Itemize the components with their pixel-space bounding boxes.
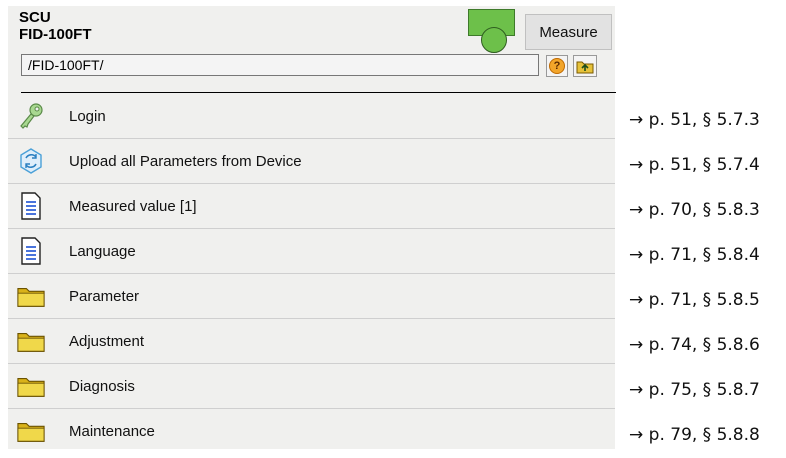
key-icon [17, 102, 45, 130]
menu-item-login[interactable]: Login [8, 94, 615, 139]
page-reference: → p. 70, § 5.8.3 [629, 200, 760, 220]
path-field: /FID-100FT/ [21, 54, 539, 76]
header-separator [21, 92, 616, 93]
folder-icon [17, 282, 45, 310]
menu-item-label: Adjustment [69, 332, 145, 350]
folder-icon [17, 327, 45, 355]
menu-item-label: Maintenance [69, 422, 155, 440]
device-title: SCU FID-100FT [19, 9, 92, 43]
menu-item-label: Login [69, 107, 106, 125]
folder-icon [17, 372, 45, 400]
menu-item-label: Upload all Parameters from Device [69, 152, 302, 170]
device-system-label: SCU [19, 9, 51, 26]
menu-item-label: Language [69, 242, 136, 260]
device-name-label: FID-100FT [19, 26, 92, 43]
measure-button[interactable]: Measure [525, 14, 612, 50]
menu-item-maintenance[interactable]: Maintenance [8, 409, 615, 453]
status-indicator-icon [468, 9, 516, 53]
menu-item-label: Parameter [69, 287, 140, 305]
page-reference: → p. 79, § 5.8.8 [629, 425, 760, 445]
page-references: → p. 51, § 5.7.3 → p. 51, § 5.7.4 → p. 7… [629, 98, 786, 458]
device-panel: SCU FID-100FT Measure /FID-100FT/ ? Logi… [8, 6, 616, 449]
menu-item-diagnosis[interactable]: Diagnosis [8, 364, 615, 409]
page-reference: → p. 75, § 5.8.7 [629, 380, 760, 400]
page-reference: → p. 51, § 5.7.4 [629, 155, 760, 175]
help-icon[interactable]: ? [546, 55, 568, 77]
menu-item-language[interactable]: Language [8, 229, 615, 274]
document-icon [17, 192, 45, 220]
page-reference: → p. 71, § 5.8.5 [629, 290, 760, 310]
menu-item-upload-parameters[interactable]: Upload all Parameters from Device [8, 139, 615, 184]
menu-item-label: Measured value [1] [69, 197, 197, 215]
menu-item-measured-value[interactable]: Measured value [1] [8, 184, 615, 229]
page-reference: → p. 51, § 5.7.3 [629, 110, 760, 130]
menu-item-adjustment[interactable]: Adjustment [8, 319, 615, 364]
menu-list: Login Upload all Parameters from Device [8, 94, 615, 453]
document-icon [17, 237, 45, 265]
folder-icon [17, 417, 45, 445]
page-reference: → p. 74, § 5.8.6 [629, 335, 760, 355]
menu-item-parameter[interactable]: Parameter [8, 274, 615, 319]
upload-sync-icon [17, 147, 45, 175]
page-reference: → p. 71, § 5.8.4 [629, 245, 760, 265]
folder-up-icon[interactable] [573, 55, 597, 77]
menu-item-label: Diagnosis [69, 377, 135, 395]
